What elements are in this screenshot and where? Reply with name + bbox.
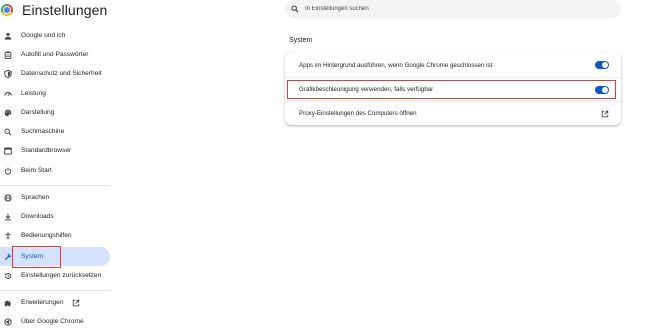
sidebar-item-leistung[interactable]: Leistung [0,84,110,103]
setting-row-background-apps: Apps im Hintergrund ausführen, wenn Goog… [285,53,621,77]
download-icon [3,212,13,222]
power-icon [3,166,13,176]
accessibility-icon [3,231,13,241]
chrome-logo-icon [1,4,13,16]
sidebar-item-label: Suchmaschine [21,128,65,135]
search-input[interactable] [305,6,585,12]
sidebar-item-zuruecksetzen[interactable]: Einstellungen zurücksetzen [0,266,110,285]
sidebar-item-suchmaschine[interactable]: Suchmaschine [0,122,110,141]
palette-icon [3,108,13,118]
sidebar-item-bedienungshilfen[interactable]: Bedienungshilfen [0,226,110,245]
sidebar-item-label: Sprachen [21,194,50,201]
sidebar-item-datenschutz[interactable]: Datenschutz und Sicherheit [0,64,110,83]
section-title: System [289,37,313,44]
sidebar-item-label: Leistung [21,90,46,97]
setting-label: Apps im Hintergrund ausführen, wenn Goog… [299,61,493,69]
search-bar[interactable] [285,0,621,18]
sidebar-item-sprachen[interactable]: Sprachen [0,188,110,207]
sidebar-item-standardbrowser[interactable]: Standardbrowser [0,141,110,160]
sidebar-item-label: Bedienungshilfen [21,232,72,239]
sidebar-item-system[interactable]: System [0,247,110,266]
background-apps-toggle[interactable] [595,61,609,69]
sidebar-item-label: Einstellungen zurücksetzen [21,272,102,279]
sidebar-item-label: Downloads [21,213,54,220]
sidebar-item-google-und-ich[interactable]: Google und ich [0,26,110,45]
shield-icon [3,69,13,79]
sidebar-item-label: Google und ich [21,32,66,39]
wrench-icon [3,252,13,262]
open-in-new-icon[interactable] [600,109,609,118]
search-icon [3,127,13,137]
sidebar-item-label: Erweiterungen [21,299,64,306]
setting-row-proxy[interactable]: Proxy-Einstellungen des Computers öffnen [285,101,621,125]
sidebar-item-label: Beim Start [21,167,52,174]
sidebar-item-downloads[interactable]: Downloads [0,207,110,226]
sidebar-item-ueber-chrome[interactable]: Über Google Chrome [0,312,110,330]
sidebar-divider [0,185,110,186]
reset-icon [3,271,13,281]
hardware-acceleration-toggle[interactable] [595,85,609,94]
setting-label: Proxy-Einstellungen des Computers öffnen [299,110,417,117]
sidebar-item-label: System [21,253,43,260]
open-in-new-icon [72,299,80,307]
setting-label: Grafikbeschleunigung verwenden, falls ve… [299,86,434,93]
chrome-icon [3,317,13,327]
toggle-knob [602,62,608,68]
person-icon [3,31,13,41]
sidebar: Einstellungen Google und ich Autofill un… [0,0,115,330]
sidebar-item-label: Über Google Chrome [21,318,84,325]
sidebar-item-label: Standardbrowser [21,147,72,154]
speedometer-icon [3,89,13,99]
clipboard-icon [3,50,13,60]
settings-page: Einstellungen Google und ich Autofill un… [0,0,650,330]
sidebar-item-autofill[interactable]: Autofill und Passwörter [0,45,110,64]
page-title: Einstellungen [22,2,108,18]
puzzle-icon [3,298,13,308]
sidebar-item-erweiterungen[interactable]: Erweiterungen [0,293,110,312]
sidebar-divider [0,290,110,291]
brand-header: Einstellungen [0,0,107,20]
sidebar-item-label: Autofill und Passwörter [21,51,89,58]
search-icon [291,0,299,18]
sidebar-item-label: Darstellung [21,109,55,116]
sidebar-item-beim-start[interactable]: Beim Start [0,161,110,180]
sidebar-item-label: Datenschutz und Sicherheit [21,70,102,77]
system-settings-card: Apps im Hintergrund ausführen, wenn Goog… [285,53,621,125]
sidebar-item-darstellung[interactable]: Darstellung [0,103,110,122]
globe-icon [3,193,13,203]
toggle-knob [602,86,608,93]
browser-icon [3,146,13,156]
setting-row-hardware-acceleration: Grafikbeschleunigung verwenden, falls ve… [285,77,621,101]
